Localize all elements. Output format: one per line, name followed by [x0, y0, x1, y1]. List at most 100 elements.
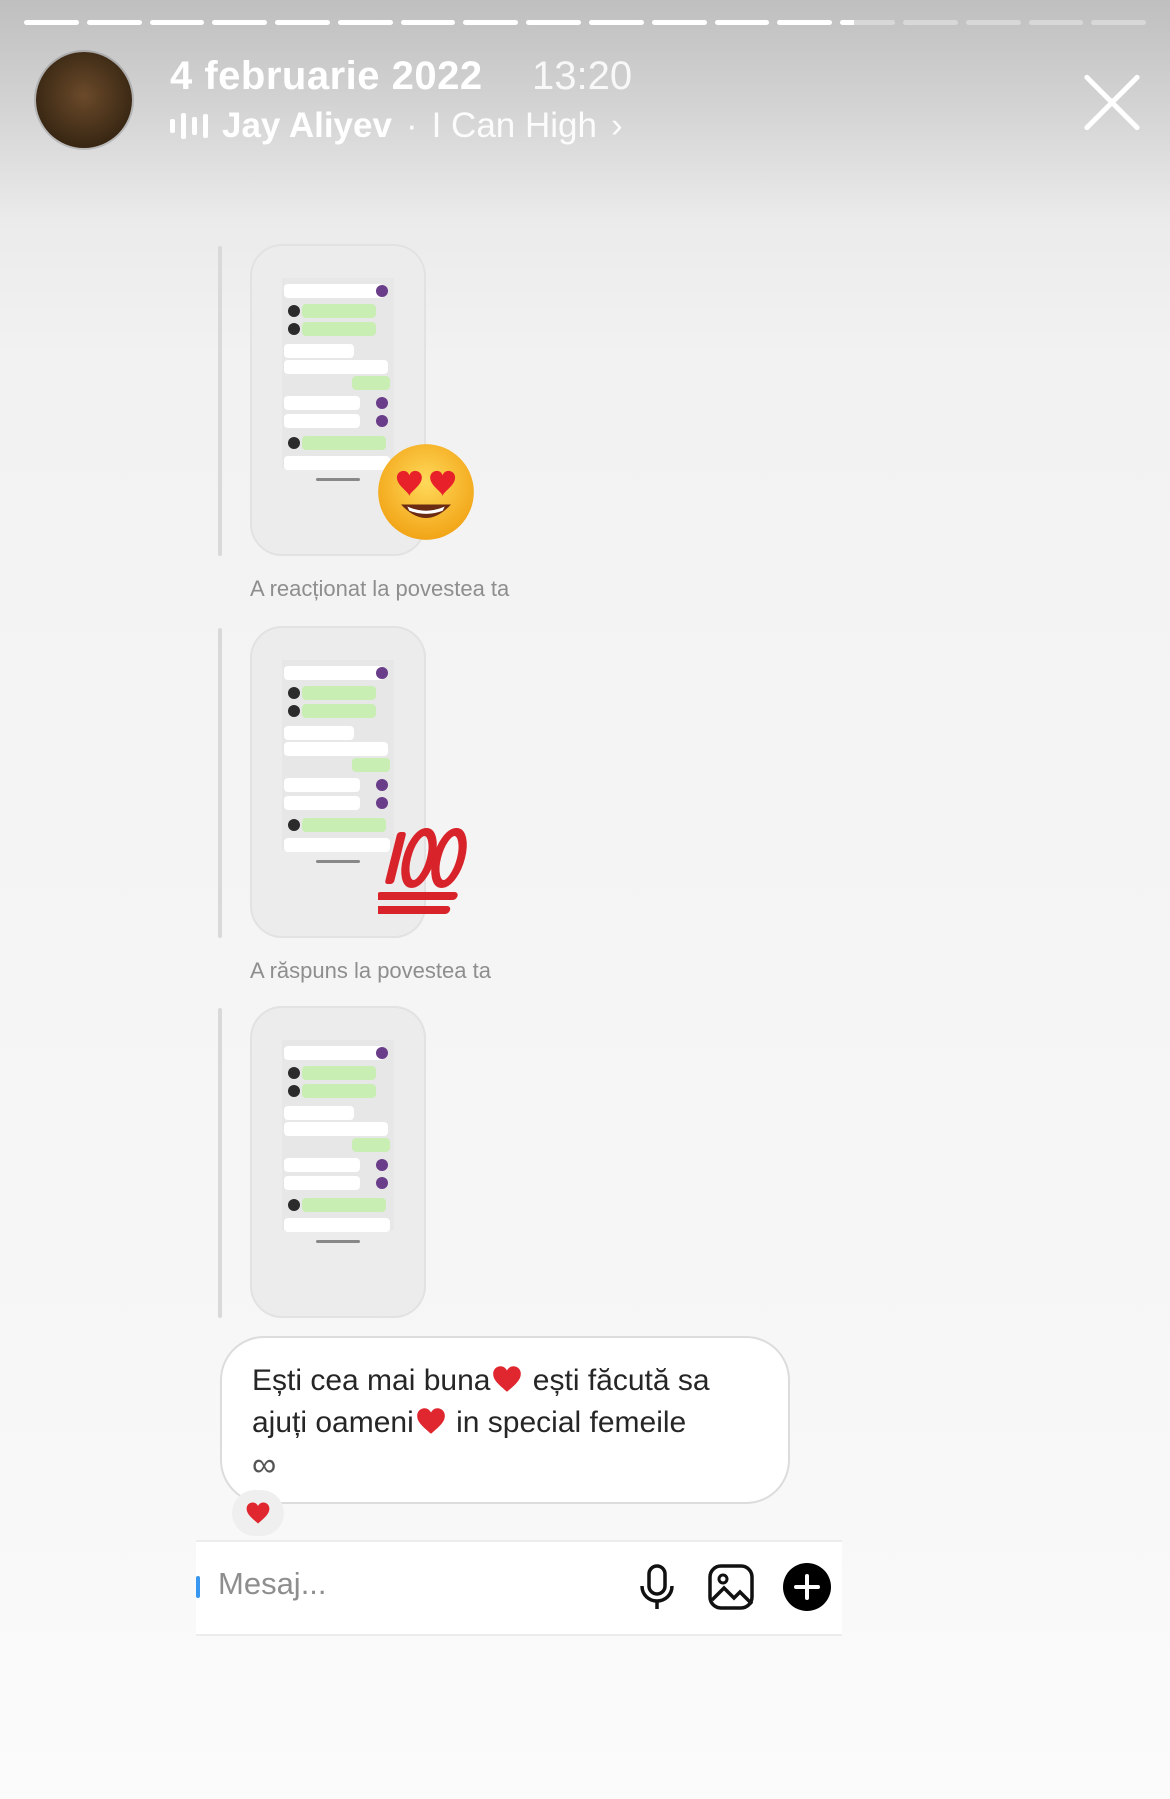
progress-segment [1028, 20, 1084, 25]
preview-row [284, 284, 384, 298]
preview-row [352, 376, 390, 390]
preview-row [284, 666, 384, 680]
preview-row [284, 1158, 360, 1172]
hundred-points-emoji [367, 822, 474, 927]
avatar[interactable] [36, 52, 132, 148]
close-icon[interactable] [1078, 70, 1144, 136]
story-time: 13:20 [532, 54, 633, 98]
infinity-symbol: ∞ [252, 1446, 277, 1484]
progress-segment [651, 20, 707, 25]
preview-row [302, 1066, 376, 1080]
progress-segment [149, 20, 205, 25]
preview-avatar [288, 705, 300, 717]
preview-avatar [376, 1159, 388, 1171]
preview-row [302, 322, 376, 336]
preview-row [284, 344, 354, 358]
preview-row [284, 1176, 360, 1190]
preview-row [284, 360, 388, 374]
preview-avatar [376, 397, 388, 409]
preview-row [284, 1122, 388, 1136]
heart-emoji [416, 1408, 445, 1434]
message-input[interactable]: Mesaj... [218, 1566, 327, 1602]
preview-row [284, 1046, 384, 1060]
progress-segment [965, 20, 1021, 25]
preview-avatar [288, 1067, 300, 1079]
progress-segment [589, 20, 644, 25]
story-progress [24, 20, 1147, 25]
message-text: ești făcută sa [524, 1364, 710, 1397]
progress-segment [400, 20, 456, 25]
preview-avatar [288, 819, 300, 831]
chevron-right-icon: › [610, 106, 623, 145]
message-text: Ești cea mai buna [252, 1364, 491, 1397]
preview-row [284, 796, 360, 810]
reply-caption: A răspuns la povestea ta [250, 958, 491, 983]
gallery-icon[interactable] [706, 1562, 756, 1612]
progress-segment [902, 20, 958, 25]
home-indicator [316, 478, 360, 481]
preview-row [284, 1106, 354, 1120]
screenshot-preview [282, 1040, 394, 1232]
music-artist: Jay Aliyev [222, 106, 392, 145]
preview-row [302, 818, 386, 832]
preview-avatar [376, 285, 388, 297]
preview-avatar [288, 323, 300, 335]
preview-row [284, 742, 388, 756]
reply-line [218, 1008, 222, 1318]
preview-row [284, 726, 354, 740]
progress-segment [777, 20, 833, 25]
preview-row [302, 686, 376, 700]
preview-row [284, 778, 360, 792]
home-indicator [316, 1240, 360, 1243]
music-bars-icon [170, 111, 208, 141]
heart-eyes-emoji [374, 440, 478, 549]
progress-segment [337, 20, 393, 25]
progress-segment [24, 20, 79, 25]
progress-segment [840, 20, 895, 25]
message-composer[interactable]: Mesaj... [196, 1540, 842, 1636]
microphone-icon[interactable] [632, 1562, 682, 1612]
reaction-caption: A reacționat la povestea ta [250, 576, 510, 601]
message-text: ajuți oameni [252, 1406, 414, 1439]
preview-row [352, 1138, 390, 1152]
plus-icon[interactable] [782, 1562, 832, 1612]
preview-row [284, 396, 360, 410]
preview-row [284, 414, 360, 428]
preview-avatar [288, 1085, 300, 1097]
preview-avatar [288, 437, 300, 449]
preview-avatar [288, 687, 300, 699]
preview-avatar [376, 779, 388, 791]
music-song: I Can High [431, 106, 597, 145]
story-date: 4 februarie 2022 [170, 54, 483, 98]
progress-segment [275, 20, 330, 25]
preview-row [302, 1198, 386, 1212]
progress-segment [86, 20, 142, 25]
reply-line [218, 246, 222, 556]
home-indicator [316, 860, 360, 863]
preview-row [284, 1218, 390, 1232]
message-bubble[interactable]: Ești cea mai buna ești făcută sa ajuți o… [220, 1336, 790, 1504]
text-cursor [196, 1576, 200, 1598]
preview-avatar [376, 1177, 388, 1189]
music-separator: · [405, 106, 418, 145]
preview-row [302, 704, 376, 718]
preview-avatar [376, 1047, 388, 1059]
heart-emoji [493, 1366, 522, 1392]
preview-avatar [376, 667, 388, 679]
progress-segment [1091, 20, 1147, 25]
progress-segment [714, 20, 770, 25]
reply-line [218, 628, 222, 938]
preview-row [302, 304, 376, 318]
preview-row [284, 838, 390, 852]
progress-segment [526, 20, 582, 25]
preview-avatar [288, 1199, 300, 1211]
preview-avatar [288, 305, 300, 317]
preview-row [302, 1084, 376, 1098]
preview-row [352, 758, 390, 772]
music-attribution[interactable]: Jay Aliyev · I Can High › [170, 106, 623, 146]
message-reaction[interactable] [232, 1490, 284, 1536]
preview-avatar [376, 797, 388, 809]
preview-avatar [376, 415, 388, 427]
story-thumbnail[interactable] [250, 1006, 426, 1318]
progress-segment [463, 20, 519, 25]
